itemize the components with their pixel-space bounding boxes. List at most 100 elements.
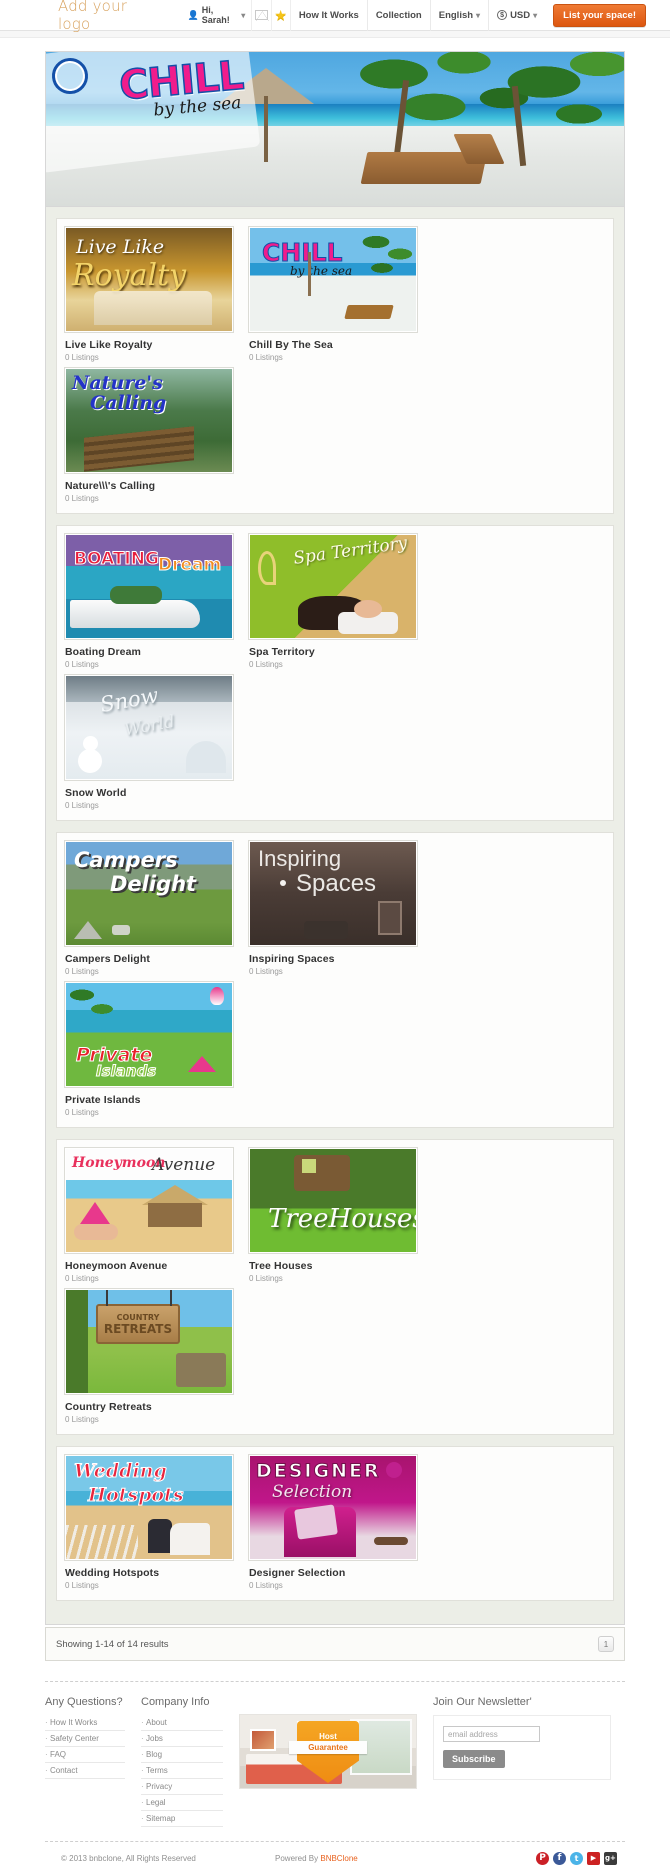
- user-icon: 👤: [187, 9, 199, 20]
- footer-column-any-questions: Any Questions? How It Works Safety Cente…: [45, 1696, 125, 1827]
- collection-title: Snow World: [65, 787, 127, 799]
- footer-link-faq[interactable]: FAQ: [45, 1747, 125, 1763]
- collection-thumbnail[interactable]: Campers Delight: [65, 841, 233, 946]
- collection-title: Wedding Hotspots: [65, 1567, 160, 1579]
- youtube-icon[interactable]: ▶: [587, 1852, 600, 1865]
- collection-listing-count: 0 Listings: [249, 967, 283, 976]
- collection-thumbnail[interactable]: Snow World: [65, 675, 233, 780]
- newsletter-box: email address Subscribe: [433, 1715, 611, 1780]
- collection-listing-count: 0 Listings: [65, 1274, 99, 1283]
- collection-thumbnail[interactable]: Inspiring Spaces: [249, 841, 417, 946]
- results-bar: Showing 1-14 of 14 results 1: [45, 1627, 625, 1661]
- collection-listing-count: 0 Listings: [65, 1108, 99, 1117]
- footer-link-sitemap[interactable]: Sitemap: [141, 1811, 223, 1827]
- collection-listing-count: 0 Listings: [249, 660, 283, 669]
- footer-bottom-bar: © 2013 bnbclone, All Rights Reserved Pow…: [45, 1841, 625, 1865]
- nav-item-language[interactable]: English ▾: [429, 0, 488, 31]
- collection-title: Spa Territory: [249, 646, 315, 658]
- nav-item-currency[interactable]: $ USD ▾: [488, 0, 545, 31]
- collection-listing-count: 0 Listings: [65, 1581, 99, 1590]
- list-your-space-button[interactable]: List your space!: [553, 3, 646, 27]
- collection-thumbnail[interactable]: Nature's Calling: [65, 368, 233, 473]
- collection-card[interactable]: Spa Territory Spa Territory 0 Listings: [249, 534, 427, 675]
- collection-title: Live Like Royalty: [65, 339, 153, 351]
- nav-label: English: [438, 9, 474, 21]
- collection-listing-count: 0 Listings: [65, 801, 99, 810]
- collection-card[interactable]: Wedding Hotspots Wedding Hotspots 0 List…: [65, 1455, 243, 1596]
- footer-link-blog[interactable]: Blog: [141, 1747, 223, 1763]
- footer-link-safety-center[interactable]: Safety Center: [45, 1731, 125, 1747]
- chevron-down-icon: ▾: [533, 10, 538, 20]
- social-links: P f t ▶ g+: [536, 1852, 625, 1865]
- site-footer: Any Questions? How It Works Safety Cente…: [45, 1681, 625, 1827]
- collection-card[interactable]: Private Islands Private Islands 0 Listin…: [65, 982, 243, 1123]
- collection-title: Chill By The Sea: [249, 339, 333, 351]
- nav-item-how-it-works[interactable]: How It Works: [291, 0, 367, 31]
- collection-title: Country Retreats: [65, 1401, 152, 1413]
- collection-listing-count: 0 Listings: [65, 967, 99, 976]
- collection-thumbnail[interactable]: Wedding Hotspots: [65, 1455, 233, 1560]
- nav-item-collection[interactable]: Collection: [366, 0, 430, 31]
- collection-thumbnail[interactable]: Honeymoon Avenue: [65, 1148, 233, 1253]
- newsletter-heading: Join Our Newsletter': [433, 1696, 532, 1708]
- messages-button[interactable]: [251, 0, 272, 31]
- collection-card[interactable]: Nature's Calling Nature\\\'s Calling 0 Li…: [65, 368, 243, 509]
- collection-listing-count: 0 Listings: [65, 353, 99, 362]
- collection-listing-count: 0 Listings: [249, 1581, 283, 1590]
- newsletter-subscribe-button[interactable]: Subscribe: [443, 1750, 505, 1768]
- collection-thumbnail[interactable]: TreeHouses: [249, 1148, 417, 1253]
- footer-link-terms[interactable]: Terms: [141, 1763, 223, 1779]
- collection-thumbnail[interactable]: Spa Territory: [249, 534, 417, 639]
- host-guarantee-promo[interactable]: Host Guarantee: [239, 1714, 417, 1789]
- powered-by-brand[interactable]: BNBClone: [320, 1854, 357, 1863]
- collection-card[interactable]: Inspiring Spaces Inspiring Spaces 0 List…: [249, 841, 427, 982]
- collection-thumbnail[interactable]: BOATING Dream: [65, 534, 233, 639]
- collection-row: Live Like Royalty Live Like Royalty 0 Li…: [56, 218, 614, 514]
- collection-thumbnail[interactable]: DESIGNER Selection: [249, 1455, 417, 1560]
- collection-thumbnail[interactable]: Private Islands: [65, 982, 233, 1087]
- footer-link-jobs[interactable]: Jobs: [141, 1731, 223, 1747]
- footer-link-about[interactable]: About: [141, 1715, 223, 1731]
- collection-card[interactable]: DESIGNER Selection Designer Selection 0 …: [249, 1455, 427, 1596]
- collection-card[interactable]: Honeymoon Avenue Honeymoon Avenue 0 List…: [65, 1148, 243, 1289]
- collection-hero-banner: CHILL by the sea: [45, 51, 625, 207]
- facebook-icon[interactable]: f: [553, 1852, 566, 1865]
- nav-label: Collection: [375, 9, 422, 21]
- footer-link-legal[interactable]: Legal: [141, 1795, 223, 1811]
- collection-listing-count: 0 Listings: [65, 660, 99, 669]
- collection-row: Campers Delight Campers Delight 0 Listin…: [56, 832, 614, 1128]
- shield-bottom-label: Guarantee: [289, 1741, 367, 1754]
- collection-thumbnail[interactable]: Live Like Royalty: [65, 227, 233, 332]
- collection-listing-count: 0 Listings: [65, 1415, 99, 1424]
- user-menu[interactable]: 👤 Hi, Sarah! ▾: [180, 0, 252, 31]
- googleplus-icon[interactable]: g+: [604, 1852, 617, 1865]
- collection-card[interactable]: CHILL by the sea Chill By The Sea 0 List…: [249, 227, 427, 368]
- collection-thumbnail[interactable]: COUNTRY RETREATS: [65, 1289, 233, 1394]
- newsletter-email-input[interactable]: email address: [443, 1726, 540, 1742]
- collection-thumbnail[interactable]: CHILL by the sea: [249, 227, 417, 332]
- collection-title: Private Islands: [65, 1094, 141, 1106]
- twitter-icon[interactable]: t: [570, 1852, 583, 1865]
- collection-title: Nature\\\'s Calling: [65, 480, 156, 492]
- collection-title: Campers Delight: [65, 953, 150, 965]
- favorites-button[interactable]: ★: [270, 0, 291, 31]
- powered-by-text: Powered By BNBClone: [275, 1854, 536, 1863]
- collection-card[interactable]: Live Like Royalty Live Like Royalty 0 Li…: [65, 227, 243, 368]
- collection-card[interactable]: COUNTRY RETREATS Country Retreats 0 List…: [65, 1289, 243, 1430]
- newsletter-section: Join Our Newsletter' email address Subsc…: [433, 1696, 611, 1827]
- collection-listing-count: 0 Listings: [65, 494, 99, 503]
- collection-row: Wedding Hotspots Wedding Hotspots 0 List…: [56, 1446, 614, 1601]
- site-logo[interactable]: Add your logo: [58, 0, 156, 33]
- footer-link-contact[interactable]: Contact: [45, 1763, 125, 1779]
- collection-card[interactable]: Campers Delight Campers Delight 0 Listin…: [65, 841, 243, 982]
- collection-card[interactable]: Snow World Snow World 0 Listings: [65, 675, 243, 816]
- currency-icon: $: [497, 10, 508, 20]
- footer-link-how-it-works[interactable]: How It Works: [45, 1715, 125, 1731]
- page-shell: CHILL by the sea Live Like Royalty Live …: [45, 51, 625, 1661]
- pagination-page-1[interactable]: 1: [598, 1636, 614, 1652]
- pinterest-icon[interactable]: P: [536, 1852, 549, 1865]
- collection-card[interactable]: BOATING Dream Boating Dream 0 Listings: [65, 534, 243, 675]
- footer-link-privacy[interactable]: Privacy: [141, 1779, 223, 1795]
- collection-card[interactable]: TreeHouses Tree Houses 0 Listings: [249, 1148, 427, 1289]
- footer-column-company-info: Company Info About Jobs Blog Terms Priva…: [141, 1696, 223, 1827]
